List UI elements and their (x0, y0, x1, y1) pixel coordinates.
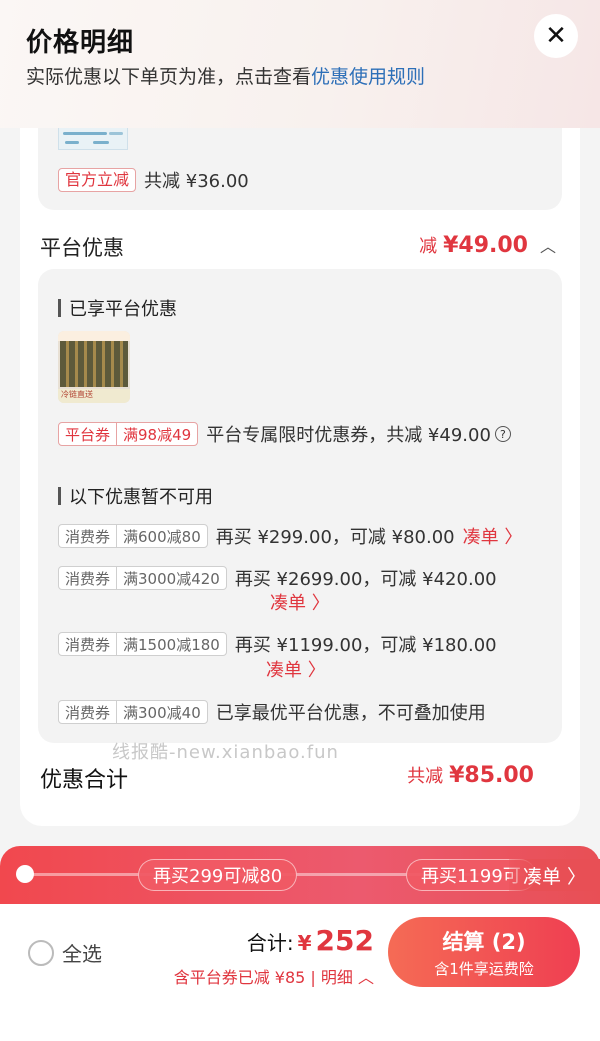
unavailable-coupon-row: 消费券 满3000减420 再买 ¥2699.00，可减 ¥420.00 (58, 565, 497, 591)
total-sum: 合计: ¥ 252 (247, 924, 374, 957)
unavailable-coupon-text: 再买 ¥2699.00，可减 ¥420.00 (234, 569, 497, 590)
subtitle-text: 实际优惠以下单页为准，点击查看 (26, 66, 312, 88)
consumer-coupon-tag: 消费券 满600减80 (58, 524, 208, 548)
add-items-link[interactable]: 凑单 〉 (270, 589, 330, 615)
platform-section-amount[interactable]: 减 ¥49.00 ︿ (419, 232, 556, 258)
close-icon: ✕ (545, 21, 567, 51)
close-button[interactable]: ✕ (534, 14, 578, 58)
chevron-up-icon: ︿ (539, 237, 556, 256)
promo-progress-band: 再买299可减80 再买1199可 凑单 〉 (0, 846, 600, 904)
platform-amount-prefix: 减 (419, 236, 438, 257)
subtitle: 实际优惠以下单页为准，点击查看优惠使用规则 (26, 62, 425, 89)
unavailable-coupon-row: 消费券 满300减40 已享最优平台优惠，不可叠加使用 (58, 699, 486, 725)
official-discount-tag: 官方立减 (58, 168, 137, 192)
platform-amount-value: ¥49.00 (443, 233, 528, 258)
unavailable-coupon-text: 再买 ¥299.00，可减 ¥80.00 (215, 527, 455, 548)
unavailable-coupon-row: 消费券 满600减80 再买 ¥299.00，可减 ¥80.00 凑单 〉 (58, 523, 522, 549)
currency-symbol: ¥ (297, 931, 312, 955)
consumer-coupon-tag: 消费券 满300减40 (58, 700, 208, 724)
total-value: ¥85.00 (449, 763, 534, 788)
total-discount-label: 优惠合计 (40, 768, 129, 793)
help-icon[interactable]: ? (494, 426, 511, 442)
total-discount-amount: 共减 ¥85.00 (407, 762, 534, 788)
sum-label: 合计: (246, 931, 294, 955)
add-items-button[interactable]: 凑单 〉 (508, 859, 600, 891)
unavailable-coupon-row: 消费券 满1500减180 再买 ¥1199.00，可减 ¥180.00 (58, 631, 497, 657)
unavailable-coupon-text: 已享最优平台优惠，不可叠加使用 (215, 703, 486, 724)
page-title: 价格明细 (26, 28, 135, 58)
checkout-label: 结算 (2) (442, 929, 526, 954)
checkout-button[interactable]: 结算 (2) 含1件享运费险 (388, 917, 580, 987)
select-all-toggle[interactable]: 全选 (28, 938, 102, 967)
checkout-bar: 全选 合计: ¥ 252 含平台券已减 ¥85 | 明细 ︿ 结算 (2) 含1… (0, 904, 600, 1041)
product-thumbnail-partial (58, 128, 128, 150)
add-items-link[interactable]: 凑单 〉 (463, 523, 523, 549)
official-discount-row: 官方立减 共减 ¥36.00 (58, 167, 249, 193)
add-items-link[interactable]: 凑单 〉 (266, 656, 326, 682)
unavailable-coupon-text: 再买 ¥1199.00，可减 ¥180.00 (234, 635, 497, 656)
rules-link[interactable]: 优惠使用规则 (311, 66, 425, 88)
consumer-coupon-tag: 消费券 满3000减420 (58, 566, 227, 590)
header: 价格明细 实际优惠以下单页为准，点击查看优惠使用规则 ✕ (0, 0, 600, 128)
total-prefix: 共减 (407, 766, 444, 787)
watermark: 线报酷-new.xianbao.fun (112, 742, 339, 763)
platform-coupon-row: 平台券 满98减49 平台专属限时优惠券，共减 ¥49.00 ? (58, 421, 511, 447)
sum-value: 252 (315, 924, 374, 957)
official-discount-text: 共减 ¥36.00 (144, 171, 249, 192)
official-discount-card: 官方立减 共减 ¥36.00 (38, 128, 562, 210)
platform-discount-card: 已享平台优惠 冷链直送 平台券 满98减49 平台专属限时优惠券，共减 ¥49.0… (38, 269, 562, 743)
platform-coupon-tag: 平台券 满98减49 (58, 422, 199, 446)
progress-knob (16, 865, 34, 883)
select-all-label: 全选 (62, 942, 102, 966)
product-thumbnail: 冷链直送 (58, 331, 130, 403)
enjoyed-label: 已享平台优惠 (58, 295, 177, 321)
promo-pill[interactable]: 再买299可减80 (138, 859, 298, 891)
sum-detail-link[interactable]: 含平台券已减 ¥85 | 明细 ︿ (174, 964, 374, 988)
unavailable-label: 以下优惠暂不可用 (58, 483, 213, 509)
platform-coupon-text: 平台专属限时优惠券，共减 ¥49.00 (206, 425, 491, 446)
price-detail-sheet: 官方立减 共减 ¥36.00 平台优惠 减 ¥49.00 ︿ 已享平台优惠 冷链… (20, 128, 580, 826)
radio-icon (28, 939, 54, 966)
consumer-coupon-tag: 消费券 满1500减180 (58, 632, 227, 656)
product-thumbnail-caption: 冷链直送 (58, 389, 130, 403)
checkout-sub: 含1件享运费险 (434, 959, 534, 978)
